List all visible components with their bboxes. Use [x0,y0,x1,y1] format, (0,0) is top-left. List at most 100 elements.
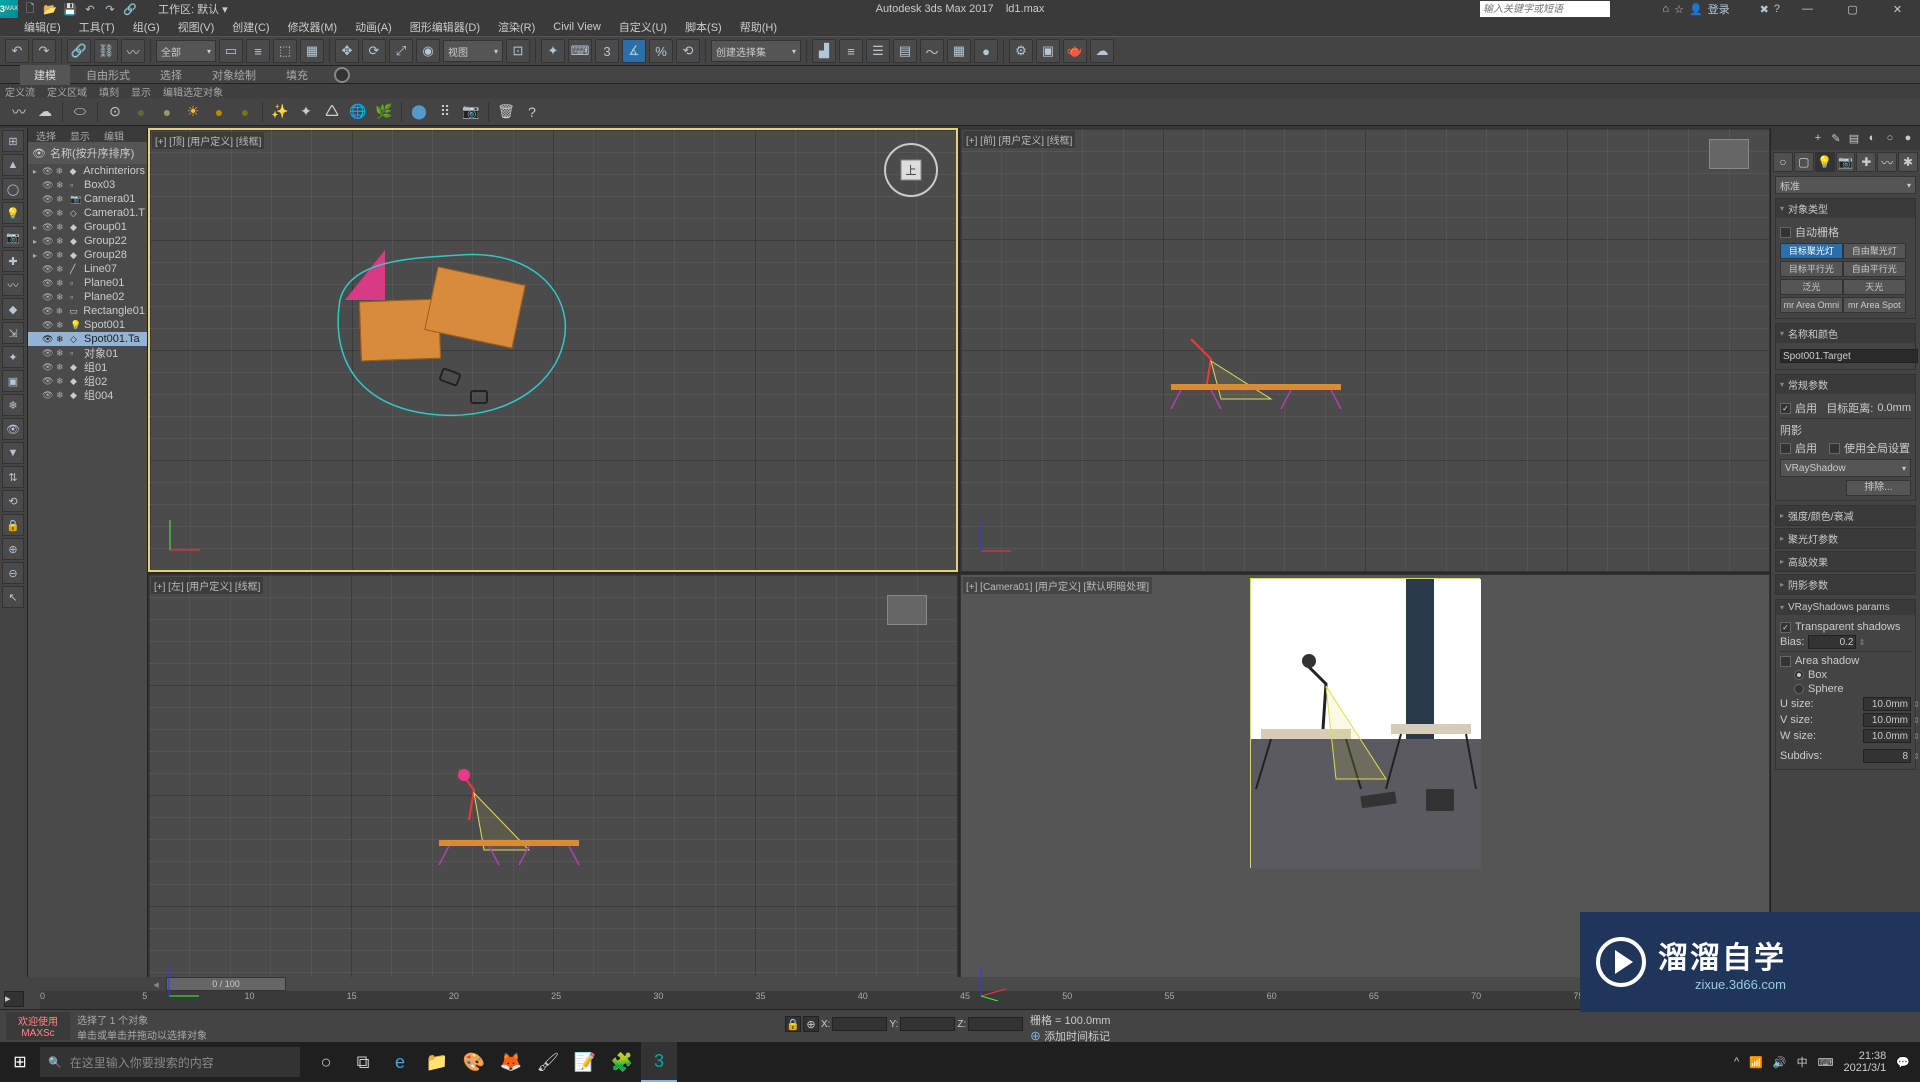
new-icon[interactable]: 🗋 [22,1,38,17]
menu-tools[interactable]: 工具(T) [75,18,119,36]
rollout-header[interactable]: 聚光灯参数 [1776,529,1915,548]
se-groups-icon[interactable]: ◆ [2,298,24,320]
ime-icon[interactable]: 中 [1797,1054,1808,1070]
bias-spinner[interactable]: 0.2 [1808,635,1856,649]
start-button[interactable]: ⊞ [0,1042,40,1082]
light-enable-checkbox[interactable] [1780,403,1791,414]
light-type-button[interactable]: 自由平行光 [1843,261,1906,277]
workspace-selector[interactable]: 工作区: 默认 ▾ [158,1,228,17]
rollout-header[interactable]: 高级效果 [1776,552,1915,571]
tab-shapes-icon[interactable]: ▢ [1794,152,1814,172]
undo-icon[interactable]: ↶ [82,1,98,17]
lock-selection-icon[interactable]: 🔒 [785,1016,801,1032]
se-filter-icon[interactable]: ▼ [2,442,24,464]
select-by-name-button[interactable]: ≡ [246,39,270,63]
wand-icon[interactable]: ✨ [269,101,291,123]
tab-freeform[interactable]: 自由形式 [72,65,144,85]
tab-systems-icon[interactable]: ✱ [1898,152,1918,172]
material-editor-button[interactable]: ● [974,39,998,63]
menu-views[interactable]: 视图(V) [174,18,219,36]
se-spacewarps-icon[interactable]: 〰 [2,274,24,296]
slider-prev-button[interactable]: ◂ [150,978,162,991]
dots-icon[interactable]: ⠿ [434,101,456,123]
tab-helpers-icon[interactable]: ✚ [1856,152,1876,172]
redo-icon[interactable]: ↷ [102,1,118,17]
taskbar-clock[interactable]: 21:38 2021/3/1 [1843,1050,1886,1074]
spinner-snap-button[interactable]: ⟲ [676,39,700,63]
sphere-icon[interactable]: ⬤ [408,101,430,123]
angle-snap-button[interactable]: ∡ [622,39,646,63]
scene-item[interactable]: 👁❄▫Plane01 [28,276,147,290]
help-icon[interactable]: ? [1774,3,1780,15]
app-logo-icon[interactable]: 3MAX [0,0,18,18]
submenu-sim[interactable]: 填刻 [99,84,119,99]
undo-button[interactable]: ↶ [5,39,29,63]
scene-item[interactable]: ▸👁❄◆Group01 [28,220,147,234]
cp-dark-icon[interactable]: ◐ [1864,130,1880,146]
submenu-display[interactable]: 显示 [131,84,151,99]
coord-y-input[interactable] [900,1017,955,1031]
project-icon[interactable]: 🔗 [122,1,138,17]
object-name-input[interactable] [1780,349,1918,363]
flow-icon[interactable]: 〰 [8,101,30,123]
menu-edit[interactable]: 编辑(E) [20,18,65,36]
se-hidden-icon[interactable]: 👁 [2,418,24,440]
tab-selection[interactable]: 选择 [146,65,196,85]
rollout-general-header[interactable]: 常规参数 [1776,375,1915,394]
tray-up-icon[interactable]: ^ [1734,1056,1739,1068]
circle4-icon[interactable]: ● [234,101,256,123]
scene-item[interactable]: ▸👁❄◆Archinteriors [28,164,147,178]
scene-item[interactable]: 👁❄◆组004 [28,388,147,402]
cp-ui-icon[interactable]: ▤ [1846,130,1862,146]
scene-item[interactable]: 👁❄◆组02 [28,374,147,388]
scene-item[interactable]: 👁❄💡Spot001 [28,318,147,332]
menu-group[interactable]: 组(G) [129,18,164,36]
light-type-button[interactable]: 自由聚光灯 [1843,243,1906,259]
light-type-button[interactable]: mr Area Omni [1780,297,1843,313]
shadow-global-checkbox[interactable] [1829,443,1840,454]
submenu-flow[interactable]: 定义流 [5,84,35,99]
shape-box-radio[interactable] [1794,670,1804,680]
align-button[interactable]: ≡ [839,39,863,63]
transparent-shadows-checkbox[interactable] [1780,622,1791,633]
se-lights-icon[interactable]: 💡 [2,202,24,224]
u-size-spinner[interactable]: 10.0mm [1863,697,1911,711]
3dsmax-taskbar-icon[interactable]: 3 [641,1042,677,1082]
scene-item[interactable]: 👁❄◆组01 [28,360,147,374]
taskbar-search[interactable]: 🔍 在这里输入你要搜索的内容 [40,1047,300,1077]
rotate-button[interactable]: ⟳ [362,39,386,63]
camera-icon[interactable]: 📷 [460,101,482,123]
vp-cam-label[interactable]: [+] [Camera01] [用户定义] [默认明暗处理] [963,577,1152,594]
light-type-button[interactable]: 目标平行光 [1780,261,1843,277]
scene-item[interactable]: ▸👁❄◆Group28 [28,248,147,262]
schematic-view-button[interactable]: ▦ [947,39,971,63]
circle2-icon[interactable]: ● [156,101,178,123]
se-tab-edit[interactable]: 编辑 [104,128,124,142]
cp-create-view-icon[interactable]: + [1810,130,1826,146]
time-slider-track[interactable]: 0 / 100 [166,977,1744,991]
move-button[interactable]: ✥ [335,39,359,63]
save-icon[interactable]: 💾 [62,1,78,17]
se-container-icon[interactable]: ▣ [2,370,24,392]
submenu-edit-sel[interactable]: 编辑选定对象 [163,84,223,99]
viewport-top[interactable]: [+] [顶] [用户定义] [线框] 上 [148,128,958,572]
info-icon[interactable]: ? [521,101,543,123]
render-button[interactable]: 🫖 [1063,39,1087,63]
scene-item[interactable]: 👁❄▫Box03 [28,178,147,192]
se-cameras-icon[interactable]: 📷 [2,226,24,248]
submenu-region[interactable]: 定义区域 [47,84,87,99]
idle-area-icon[interactable]: ⬭ [69,101,91,123]
light-type-button[interactable]: 天光 [1843,279,1906,295]
light-icon[interactable]: ☀ [182,101,204,123]
coord-x-input[interactable] [832,1017,887,1031]
light-type-button[interactable]: 目标聚光灯 [1780,243,1843,259]
mirror-button[interactable]: ▟ [812,39,836,63]
notifications-icon[interactable]: 💬 [1896,1056,1910,1069]
scene-item[interactable]: 👁❄◇Camera01.T [28,206,147,220]
login-label[interactable]: 登录 [1708,1,1730,17]
rollout-objtype-header[interactable]: 对象类型 [1776,199,1915,218]
star-icon[interactable]: ☆ [1674,3,1684,16]
app4-icon[interactable]: 🧩 [604,1042,640,1082]
open-icon[interactable]: 📂 [42,1,58,17]
named-selection-dropdown[interactable]: 创建选择集 [711,40,801,62]
